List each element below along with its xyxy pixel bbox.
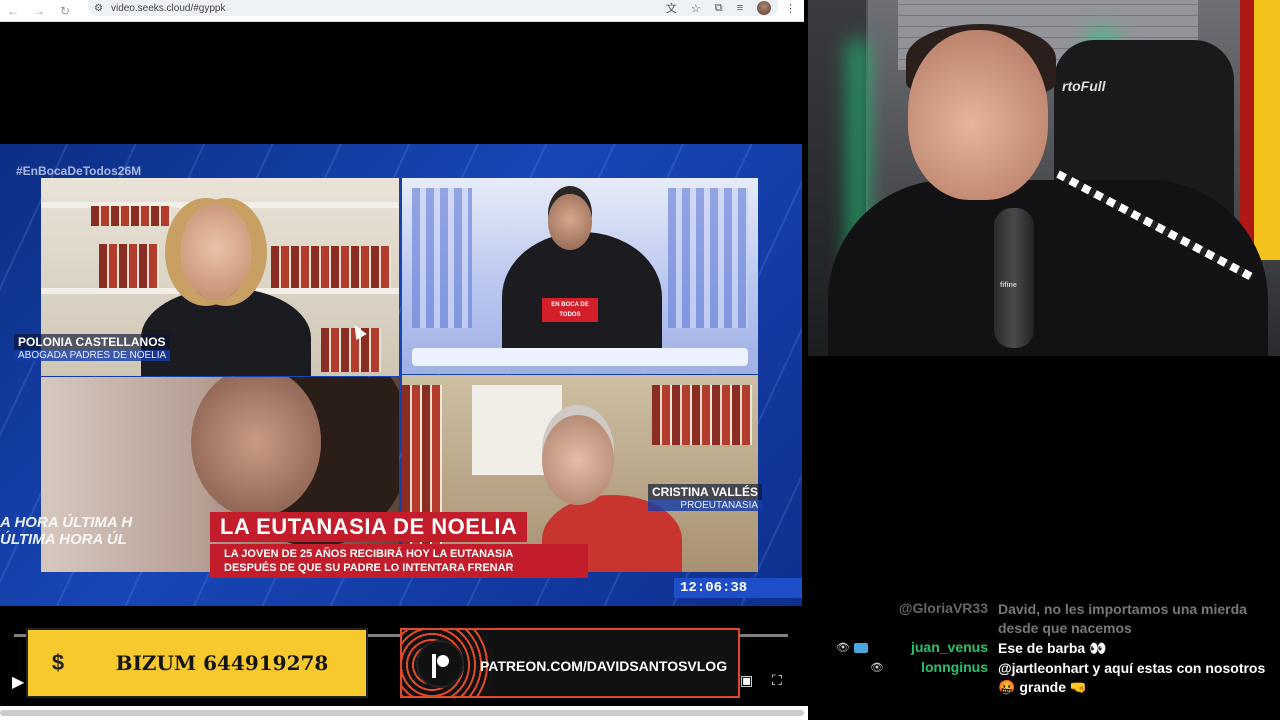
horizontal-scrollbar[interactable] bbox=[0, 706, 808, 720]
guest1-nametag: POLONIA CASTELLANOS ABOGADA PADRES DE NO… bbox=[14, 334, 171, 361]
chat-overlay: @GloriaVR33 David, no les importamos una… bbox=[808, 600, 1280, 700]
chat-username: lonnginus bbox=[921, 659, 988, 675]
flag bbox=[1240, 0, 1280, 260]
site-settings-icon[interactable]: ⚙ bbox=[94, 3, 103, 14]
miniplayer-icon[interactable]: ▣ bbox=[740, 672, 753, 689]
streamer-jacket bbox=[828, 180, 1268, 356]
microphone-brand: fifine bbox=[1000, 282, 1017, 289]
guest2-name: CRISTINA VALLÉS bbox=[648, 484, 763, 500]
browser-toolbar: ← → ↻ ⚙ video.seeks.cloud/#gyppk 文 ☆ ⧉ ≡… bbox=[0, 0, 804, 22]
extensions-icon[interactable]: ⧉ bbox=[715, 2, 723, 15]
bizum-banner: $ BIZUM 644919278 bbox=[26, 628, 368, 698]
streamer-webcam: rtoFull fifine bbox=[808, 0, 1280, 356]
hashtag-text: #EnBocaDeTodos26M bbox=[16, 164, 142, 178]
breaking-news-ticker: A HORA ÚLTIMA H ÚLTIMA HORA ÚL bbox=[0, 514, 132, 548]
profile-avatar[interactable] bbox=[757, 1, 771, 15]
headline: LA EUTANASIA DE NOELIA bbox=[210, 512, 528, 542]
chat-text: Ese de barba 👀 bbox=[998, 640, 1107, 656]
media-controls-icon[interactable]: ≡ bbox=[737, 2, 743, 14]
viewer-badge-icon: 👁 bbox=[836, 641, 868, 654]
fullscreen-icon[interactable]: ⛶ bbox=[772, 672, 782, 689]
guest2-nametag: CRISTINA VALLÉS PROEUTANASIA bbox=[648, 484, 763, 511]
url-text[interactable]: video.seeks.cloud/#gyppk bbox=[111, 3, 226, 14]
patreon-banner: PATREON.COM/DAVIDSANTOSVLOG bbox=[400, 628, 740, 698]
broadcast-clock: 12:06:38 bbox=[674, 578, 802, 598]
play-icon[interactable]: ▶ bbox=[12, 672, 24, 692]
presenter-panel: EN BOCA DE TODOS bbox=[402, 178, 758, 374]
ticker-line-2: ÚLTIMA HORA ÚL bbox=[0, 531, 127, 548]
chat-text: David, no les importamos una mierda desd… bbox=[998, 601, 1247, 636]
guest1-name: POLONIA CASTELLANOS bbox=[14, 334, 171, 350]
video-player[interactable]: #EnBocaDeTodos26M POLONIA CASTELLANOS AB… bbox=[0, 22, 804, 706]
subheadline-line-1: LA JOVEN DE 25 AÑOS RECIBIRÁ HOY LA EUTA… bbox=[224, 548, 514, 560]
patreon-logo-icon bbox=[416, 640, 464, 688]
microphone bbox=[994, 208, 1034, 348]
forward-icon[interactable]: → bbox=[26, 0, 52, 22]
menu-icon[interactable]: ⋮ bbox=[785, 2, 796, 15]
hoodie-logo: EN BOCA DE TODOS bbox=[542, 298, 598, 322]
patreon-text: PATREON.COM/DAVIDSANTOSVLOG bbox=[480, 658, 728, 674]
chat-text: @jartleonhart y aquí estas con nosotros … bbox=[998, 660, 1266, 695]
bizum-text: BIZUM 644919278 bbox=[115, 651, 329, 675]
bookmark-icon[interactable]: ☆ bbox=[691, 2, 701, 15]
streamer-face bbox=[908, 30, 1048, 200]
chat-username: @GloriaVR33 bbox=[898, 600, 988, 616]
guest1-role: ABOGADA PADRES DE NOELIA bbox=[14, 350, 171, 361]
translate-icon[interactable]: 文 bbox=[666, 0, 677, 16]
tv-broadcast-frame: #EnBocaDeTodos26M POLONIA CASTELLANOS AB… bbox=[0, 144, 802, 606]
subheadline: LA JOVEN DE 25 AÑOS RECIBIRÁ HOY LA EUTA… bbox=[210, 544, 588, 578]
dollar-icon: $ bbox=[51, 650, 65, 675]
reload-icon[interactable]: ↻ bbox=[52, 0, 78, 22]
back-icon[interactable]: ← bbox=[0, 0, 26, 22]
chat-username: juan_venus bbox=[910, 639, 988, 655]
lower-third: LA EUTANASIA DE NOELIA LA JOVEN DE 25 AÑ… bbox=[210, 512, 588, 578]
ticker-line-1: A HORA ÚLTIMA H bbox=[0, 514, 133, 531]
guest2-role: PROEUTANASIA bbox=[648, 500, 763, 511]
subheadline-line-2: DESPUÉS DE QUE SU PADRE LO INTENTARA FRE… bbox=[224, 562, 514, 574]
chair-brand-text: rtoFull bbox=[1062, 78, 1106, 94]
viewer-badge-icon: 👁 bbox=[870, 662, 884, 674]
